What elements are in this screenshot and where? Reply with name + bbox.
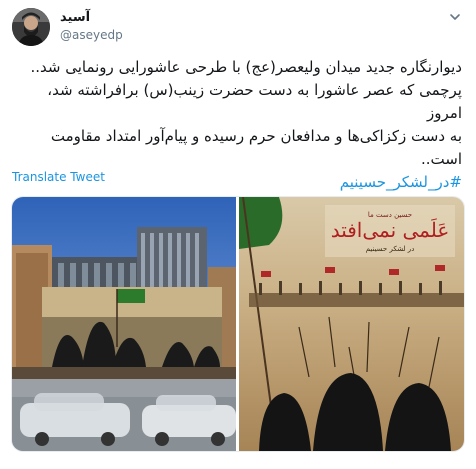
- tweet-card: آسید @aseyedp دیوارنگاره جدید میدان ولیع…: [0, 0, 476, 469]
- poster-small-bottom: در لشکر حسینیم: [366, 245, 415, 253]
- tweet-text-line: دیوارنگاره جدید میدان ولیعصر(عج) با طرحی…: [30, 58, 462, 76]
- translate-tweet-link[interactable]: Translate Tweet: [12, 170, 105, 184]
- ashura-mural-artwork[interactable]: عَلَمی نمی‌افتد حسین دست ما در لشکر حسین…: [239, 197, 464, 451]
- hashtag-link[interactable]: #در_لشکر_حسینیم: [340, 173, 462, 191]
- poster-title: عَلَمی نمی‌افتد: [331, 218, 450, 242]
- poster-small-top: حسین دست ما: [368, 211, 412, 219]
- tweet-text-line: پرچمی که عصر عاشورا به دست حضرت زینب(س) …: [47, 81, 462, 122]
- author-name[interactable]: آسید: [60, 10, 90, 25]
- avatar[interactable]: [12, 8, 50, 46]
- billboard-mural-photo[interactable]: [12, 197, 236, 451]
- author-handle[interactable]: @aseyedp: [60, 28, 123, 42]
- tweet-text-line: به دست زکزاکی‌ها و مدافعان حرم رسیده و پ…: [50, 127, 462, 168]
- tweet-media[interactable]: عَلَمی نمی‌افتد حسین دست ما در لشکر حسین…: [11, 196, 465, 452]
- chevron-down-icon[interactable]: [448, 10, 462, 24]
